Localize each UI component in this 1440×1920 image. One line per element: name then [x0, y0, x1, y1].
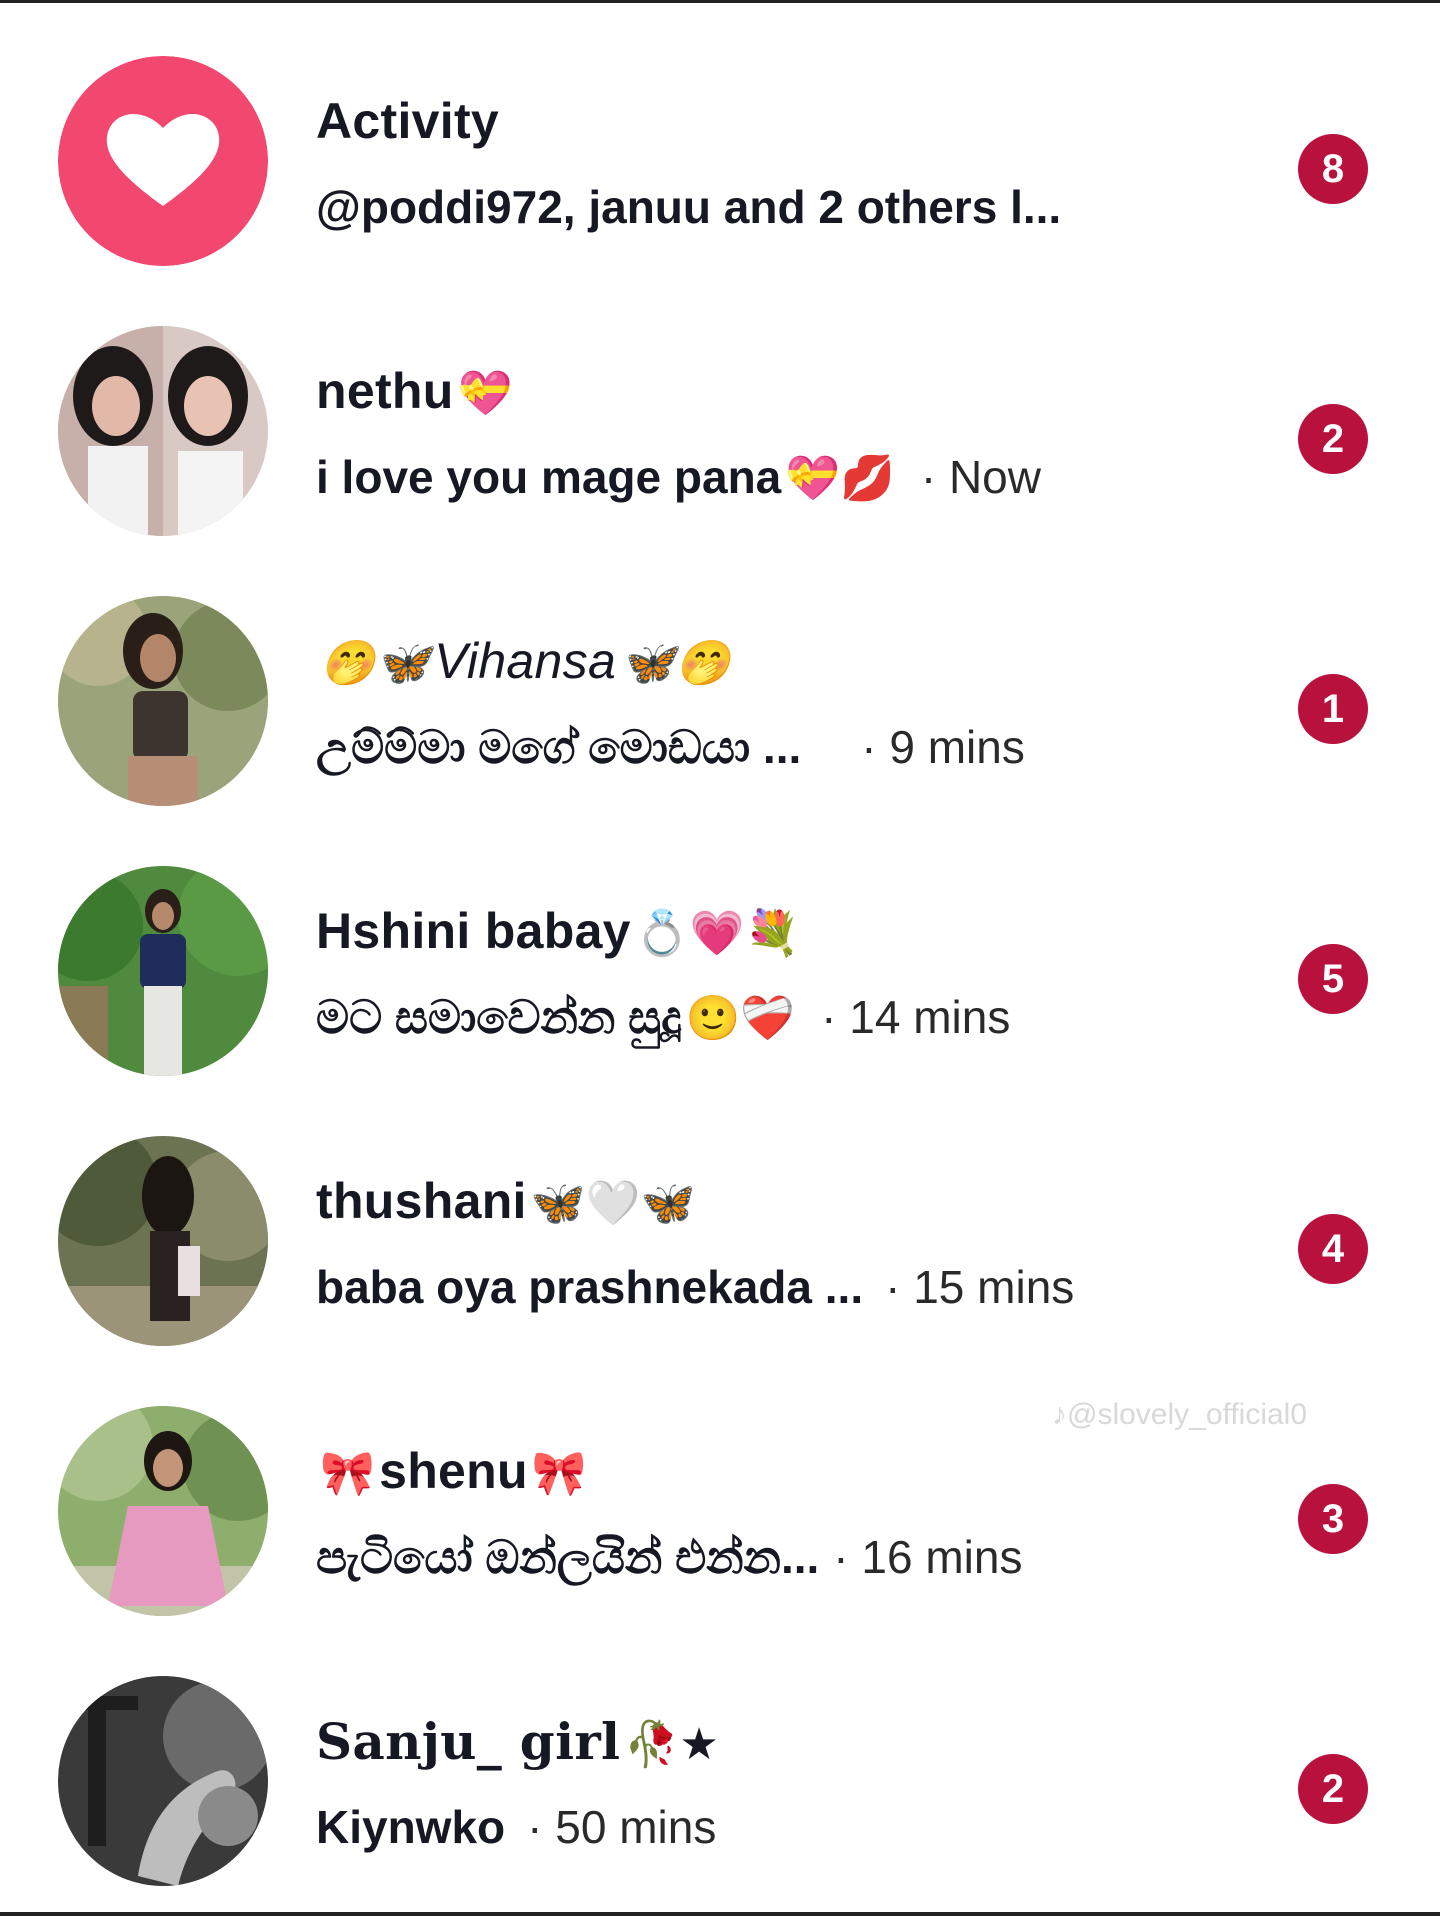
unread-badge: 3: [1298, 1484, 1368, 1554]
timestamp: · 15 mins: [885, 1261, 1075, 1313]
timestamp: · 9 mins: [861, 721, 1025, 773]
avatar: [58, 1136, 268, 1346]
avatar-photo: [58, 596, 268, 806]
avatar-photo: [58, 866, 268, 1076]
preview-emoji: 🙂❤️‍🩹: [685, 993, 796, 1044]
name-text: Activity: [316, 93, 500, 149]
heart-icon: [58, 56, 268, 266]
name-emoji: 🤭🦋: [320, 638, 431, 689]
message-preview: @poddi972, januu and 2 others l...: [316, 180, 1061, 234]
name-emoji: 🎀: [531, 1448, 587, 1499]
unread-badge: 4: [1298, 1214, 1368, 1284]
unread-badge: 8: [1298, 134, 1368, 204]
name-text: shenu: [379, 1443, 528, 1499]
avatar-photo: [58, 1136, 268, 1346]
timestamp: · 14 mins: [821, 991, 1011, 1043]
avatar: [58, 866, 268, 1076]
conversation-name: nethu💝: [316, 362, 517, 420]
avatar-photo: [58, 1406, 268, 1616]
name-emoji: 🥀★: [624, 1719, 720, 1770]
timestamp: · 16 mins: [833, 1531, 1023, 1583]
preview-text: i love you mage pana: [316, 451, 782, 503]
conversation-name: Sanju_ girl🥀★: [316, 1712, 723, 1771]
conversation-name: Activity: [316, 92, 499, 150]
music-note-icon: ♪: [1052, 1398, 1067, 1431]
unread-badge: 2: [1298, 1754, 1368, 1824]
message-preview: baba oya prashnekada ... · 15 mins: [316, 1260, 1074, 1314]
preview-text: උම්ම්මා මගේ මොඩයා ...: [316, 721, 802, 773]
avatar: [58, 596, 268, 806]
unread-badge: 5: [1298, 944, 1368, 1014]
message-preview: Kiynwko · 50 mins: [316, 1800, 716, 1854]
list-item-chat[interactable]: Hshini babay💍💗💐 මට සමාවෙන්න සුදූ🙂❤️‍🩹 · 1…: [0, 840, 1440, 1110]
name-emoji: 💝: [457, 368, 513, 419]
name-text: nethu: [316, 363, 454, 419]
name-text: Hshini babay: [316, 903, 631, 959]
name-emoji: 🎀: [320, 1448, 376, 1499]
top-border: [0, 0, 1440, 3]
watermark: ♪@slovely_official0: [1052, 1398, 1307, 1432]
list-item-chat[interactable]: nethu💝 i love you mage pana💝💋 · Now 2: [0, 300, 1440, 570]
name-emoji: 🦋🤭: [620, 638, 731, 689]
avatar: [58, 326, 268, 536]
conversation-name: 🤭🦋Vihansa🦋🤭: [316, 632, 734, 690]
name-emoji: 💍💗💐: [634, 908, 801, 959]
conversation-name: 🎀shenu🎀: [316, 1442, 591, 1500]
timestamp: · 50 mins: [527, 1801, 717, 1853]
timestamp: · Now: [920, 451, 1041, 503]
message-preview: i love you mage pana💝💋 · Now: [316, 450, 1041, 504]
message-preview: මට සමාවෙන්න සුදූ🙂❤️‍🩹 · 14 mins: [316, 990, 1010, 1046]
list-item-activity[interactable]: Activity @poddi972, januu and 2 others l…: [0, 30, 1440, 300]
unread-badge: 2: [1298, 404, 1368, 474]
preview-text: baba oya prashnekada ...: [316, 1261, 864, 1313]
name-text: Sanju_ girl: [316, 1712, 621, 1771]
name-text: thushani: [316, 1173, 527, 1229]
preview-text: @poddi972, januu and 2 others l...: [316, 181, 1062, 233]
conversation-name: thushani🦋🤍🦋: [316, 1172, 700, 1230]
avatar-photo: [58, 326, 268, 536]
avatar-photo: [58, 1676, 268, 1886]
avatar: [58, 1406, 268, 1616]
list-item-chat[interactable]: 🤭🦋Vihansa🦋🤭 උම්ම්මා මගේ මොඩයා ... · 9 min…: [0, 570, 1440, 840]
preview-text: Kiynwko: [316, 1801, 506, 1853]
name-text: Vihansa: [434, 633, 617, 689]
avatar: [58, 1676, 268, 1886]
preview-text: පැටියෝ ඔන්ලයින් එන්න...: [316, 1531, 820, 1583]
preview-text: මට සමාවෙන්න සුදූ: [316, 991, 682, 1043]
name-emoji: 🦋🤍🦋: [530, 1178, 696, 1229]
bottom-border: [0, 1912, 1440, 1916]
conversation-name: Hshini babay💍💗💐: [316, 902, 804, 960]
preview-emoji: 💝💋: [785, 453, 895, 504]
message-preview: පැටියෝ ඔන්ලයින් එන්න... · 16 mins: [316, 1530, 1022, 1586]
list-item-chat[interactable]: Sanju_ girl🥀★ Kiynwko · 50 mins 2: [0, 1650, 1440, 1920]
message-preview: උම්ම්මා මගේ මොඩයා ... · 9 mins: [316, 720, 1025, 776]
watermark-text: @slovely_official0: [1067, 1398, 1308, 1431]
unread-badge: 1: [1298, 674, 1368, 744]
list-item-chat[interactable]: thushani🦋🤍🦋 baba oya prashnekada ... · 15…: [0, 1110, 1440, 1380]
activity-avatar: [58, 56, 268, 266]
